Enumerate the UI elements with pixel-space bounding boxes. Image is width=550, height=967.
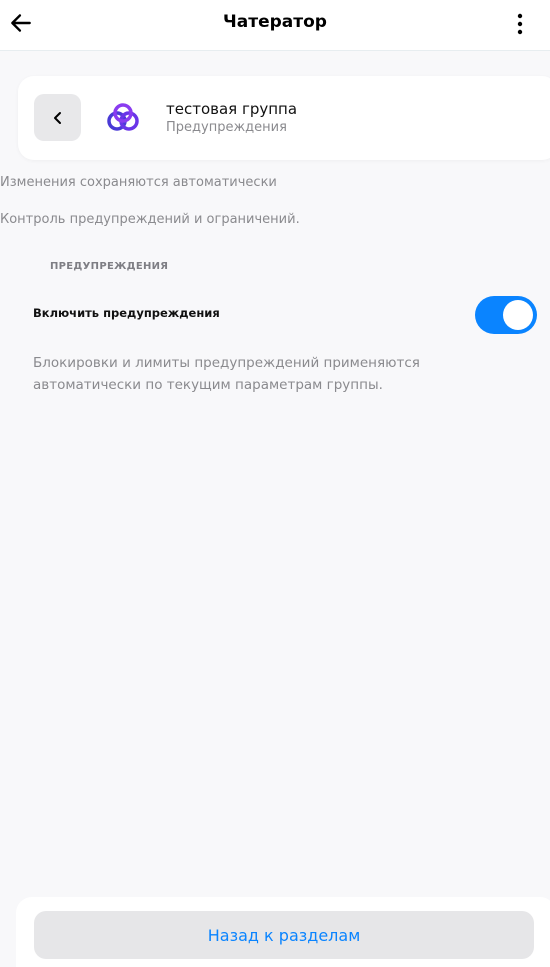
app-bar: Чатератор — [0, 0, 550, 51]
section-header-warnings: ПРЕДУПРЕЖДЕНИЯ — [50, 261, 169, 272]
app-title: Чатератор — [223, 12, 327, 32]
back-to-sections-button[interactable]: Назад к разделам — [34, 911, 534, 959]
toggle-knob — [503, 300, 533, 330]
group-name: тестовая группа — [166, 100, 298, 118]
chevron-left-icon — [53, 111, 61, 124]
warnings-footnote: Блокировки и лимиты предупреждений приме… — [33, 355, 420, 393]
more-vertical-icon[interactable] — [516, 12, 524, 36]
enable-warnings-label: Включить предупреждения — [33, 306, 220, 320]
autosave-note: Изменения сохраняются автоматически — [0, 175, 277, 190]
group-subtitle: Предупреждения — [166, 120, 287, 135]
group-back-button[interactable] — [34, 94, 81, 141]
page-description: Контроль предупреждений и ограничений. — [0, 212, 300, 227]
bottom-panel: Назад к разделам — [16, 897, 550, 967]
enable-warnings-toggle[interactable] — [475, 296, 537, 334]
group-logo-icon — [107, 103, 139, 131]
group-card: тестовая группа Предупреждения — [18, 76, 550, 160]
